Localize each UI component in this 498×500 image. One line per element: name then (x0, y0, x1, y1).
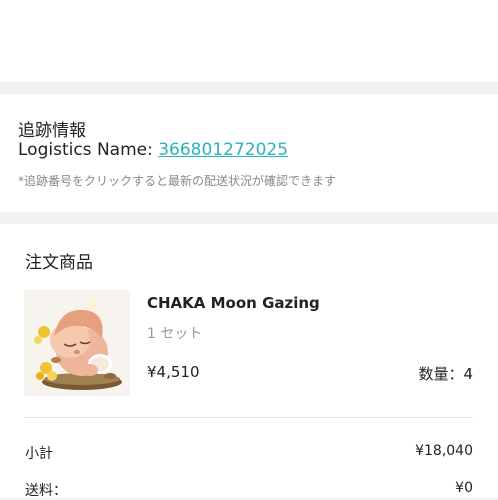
product-name[interactable]: CHAKA Moon Gazing (147, 294, 320, 312)
subtotal-label: 小計 (25, 446, 53, 462)
shipping-label: 送料： (25, 483, 67, 499)
tracking-number-link[interactable]: 366801272025 (158, 140, 288, 160)
subtotal-value: ¥18,040 (415, 443, 473, 459)
product-figure-illustration (24, 290, 130, 396)
order-items-card: 注文商品 CHAKA Moon Gazing 1 セット ¥4,510 数量：4… (0, 224, 498, 499)
product-price: ¥4,510 (147, 363, 200, 381)
tracking-note: *追跡番号をクリックすると最新の配送状況が確認できます (18, 174, 337, 188)
product-quantity: 数量：4 (418, 365, 473, 383)
logistics-label: Logistics Name: (18, 140, 159, 160)
shipping-value: ¥0 (455, 480, 473, 496)
product-image[interactable] (24, 290, 130, 396)
divider (24, 417, 473, 418)
tracking-heading: 追跡情報 (18, 121, 86, 141)
order-items-heading: 注文商品 (25, 253, 93, 273)
tracking-info-card: 追跡情報 Logistics Name: 366801272025 *追跡番号を… (0, 94, 498, 212)
product-variant: 1 セット (147, 326, 203, 342)
top-blank-card (0, 0, 498, 82)
logistics-row: Logistics Name: 366801272025 (18, 140, 288, 160)
